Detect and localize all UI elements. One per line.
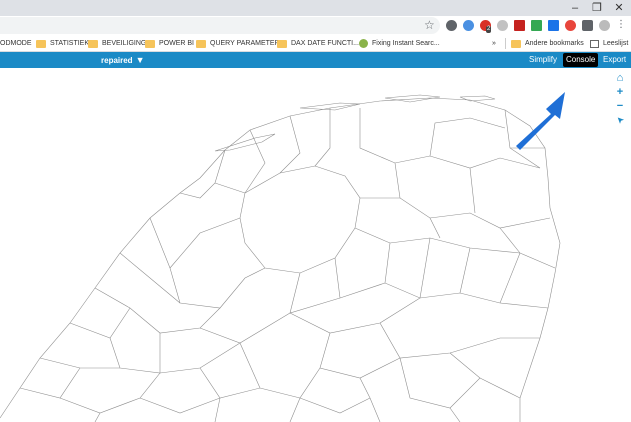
- bookmark-label: QUERY PARAMETERS: [210, 40, 285, 47]
- lake-outline: [239, 165, 361, 274]
- puzzle-icon[interactable]: [582, 20, 593, 31]
- bookmarks-bar: ODMODE STATISTIEK BEVEILIGING POWER BI Q…: [0, 35, 631, 52]
- extension-icon-5[interactable]: [514, 20, 525, 31]
- home-icon[interactable]: ⌂: [614, 72, 626, 84]
- bookmark-item[interactable]: ODMODE: [0, 37, 32, 50]
- export-button[interactable]: Export: [600, 53, 629, 67]
- folder-icon: [511, 39, 521, 48]
- reading-list[interactable]: Leeslijst: [590, 37, 628, 50]
- bookmark-label: Fixing Instant Searc...: [372, 40, 440, 47]
- caret-down-icon: ▼: [135, 55, 145, 65]
- other-bookmarks[interactable]: Andere bookmarks: [511, 37, 584, 50]
- bookmark-folder[interactable]: STATISTIEK: [36, 37, 89, 50]
- extension-icon-4[interactable]: [497, 20, 508, 31]
- bookmark-folder[interactable]: DAX DATE FUNCTI...: [277, 37, 359, 50]
- island: [459, 95, 496, 102]
- folder-icon: [145, 39, 155, 48]
- bookmark-label: ODMODE: [0, 40, 32, 47]
- bookmark-label: DAX DATE FUNCTI...: [291, 40, 359, 47]
- map-canvas[interactable]: ⌂ + − ➤: [0, 68, 631, 422]
- simplify-button[interactable]: Simplify: [526, 53, 560, 67]
- zoom-in-icon[interactable]: +: [614, 86, 626, 98]
- bookmark-divider: [505, 38, 506, 49]
- island: [384, 94, 441, 103]
- app-header: repaired ▼ Simplify Console Export: [0, 52, 631, 68]
- country-outline: [0, 97, 561, 422]
- folder-icon: [277, 39, 287, 48]
- island: [214, 133, 276, 152]
- minimize-button[interactable]: –: [568, 1, 582, 15]
- zoom-out-icon[interactable]: −: [614, 100, 626, 112]
- reading-list-label: Leeslijst: [603, 40, 629, 47]
- municipality-map: [0, 94, 561, 422]
- site-icon: [359, 39, 368, 48]
- bookmark-folder[interactable]: POWER BI: [145, 37, 194, 50]
- extension-icon-1[interactable]: [446, 20, 457, 31]
- console-button[interactable]: Console: [563, 53, 599, 67]
- address-bar[interactable]: [0, 17, 440, 34]
- bookmark-label: BEVEILIGING: [102, 40, 147, 47]
- bookmark-folder[interactable]: QUERY PARAMETERS: [196, 37, 284, 50]
- extension-badge: 2: [486, 26, 492, 33]
- bookmarks-overflow[interactable]: »: [492, 37, 496, 50]
- browser-titlebar: – ❐ ✕: [0, 0, 631, 16]
- star-icon[interactable]: ☆: [424, 18, 435, 32]
- bookmark-folder[interactable]: BEVEILIGING: [88, 37, 146, 50]
- folder-icon: [36, 39, 46, 48]
- browser-menu-icon[interactable]: ⋮: [614, 18, 628, 32]
- extension-icon-6[interactable]: [531, 20, 542, 31]
- close-button[interactable]: ✕: [612, 1, 626, 15]
- folder-icon: [88, 39, 98, 48]
- extension-icon-7[interactable]: [548, 20, 559, 31]
- restore-button[interactable]: ❐: [590, 1, 604, 15]
- avatar[interactable]: [599, 20, 610, 31]
- layer-name: repaired: [101, 56, 133, 65]
- bookmark-label: STATISTIEK: [50, 40, 90, 47]
- folder-icon: [196, 39, 206, 48]
- bookmark-label: POWER BI: [159, 40, 195, 47]
- layer-menu[interactable]: repaired ▼: [101, 53, 145, 68]
- other-bookmarks-label: Andere bookmarks: [525, 40, 584, 47]
- extension-icon-8[interactable]: [565, 20, 576, 31]
- extension-icon-2[interactable]: [463, 20, 474, 31]
- reading-list-icon: [590, 39, 599, 48]
- chevron-double-right-icon: »: [492, 40, 496, 47]
- bookmark-item[interactable]: Fixing Instant Searc...: [359, 37, 440, 50]
